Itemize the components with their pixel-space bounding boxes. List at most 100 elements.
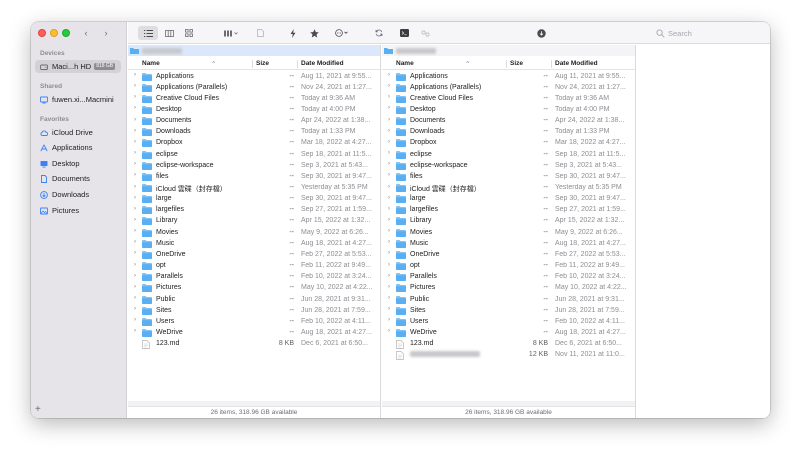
table-row[interactable]: › Music -- Aug 18, 2021 at 4:27... [128,238,380,249]
disclosure-chevron-icon[interactable]: › [388,328,390,334]
table-row[interactable]: › Library -- Apr 15, 2022 at 1:32... [128,216,380,227]
table-row[interactable]: › Pictures -- May 10, 2022 at 4:22... [128,283,380,294]
add-button[interactable]: + [35,404,41,415]
name-column-header[interactable]: Name [396,60,414,67]
disclosure-chevron-icon[interactable]: › [388,284,390,290]
table-row[interactable]: › Sites -- Jun 28, 2021 at 7:59... [128,305,380,316]
disclosure-chevron-icon[interactable]: › [388,306,390,312]
disclosure-chevron-icon[interactable]: › [134,306,136,312]
table-row[interactable]: › Dropbox -- Mar 18, 2022 at 4:27... [382,138,635,149]
size-column-header[interactable]: Size [510,60,523,67]
table-row[interactable]: › Applications -- Aug 11, 2021 at 9:55... [128,71,380,82]
sidebar-item-icloud-drive[interactable]: iCloud Drive [35,126,121,139]
minimize-button[interactable] [50,29,58,37]
table-row[interactable]: › Documents -- Apr 24, 2022 at 1:38... [382,116,635,127]
disclosure-chevron-icon[interactable]: › [134,328,136,334]
disclosure-chevron-icon[interactable]: › [388,139,390,145]
table-row[interactable]: › WeDrive -- Aug 18, 2021 at 4:27... [128,327,380,338]
disclosure-chevron-icon[interactable]: › [388,273,390,279]
table-row[interactable]: › Creative Cloud Files -- Today at 9:36 AM [128,93,380,104]
table-row[interactable]: › Movies -- May 9, 2022 at 6:26... [128,227,380,238]
disclosure-chevron-icon[interactable]: › [388,295,390,301]
table-row[interactable]: › Parallels -- Feb 10, 2022 at 3:24... [128,272,380,283]
sidebar-item-applications[interactable]: Applications [35,141,121,154]
column-view-button[interactable] [161,26,177,40]
disclosure-chevron-icon[interactable]: › [388,317,390,323]
zoom-button[interactable] [62,29,70,37]
disclosure-chevron-icon[interactable]: › [134,94,136,100]
disclosure-chevron-icon[interactable]: › [134,139,136,145]
size-column-header[interactable]: Size [256,60,269,67]
disclosure-chevron-icon[interactable]: › [388,172,390,178]
list-view-button[interactable] [138,26,158,40]
disclosure-chevron-icon[interactable]: › [388,150,390,156]
disclosure-chevron-icon[interactable]: › [388,195,390,201]
sort-chevron-icon[interactable]: ⌃ [211,60,216,68]
table-row[interactable]: › Movies -- May 9, 2022 at 6:26... [382,227,635,238]
table-row[interactable]: › opt -- Feb 11, 2022 at 9:49... [382,261,635,272]
disclosure-chevron-icon[interactable]: › [134,262,136,268]
disclosure-chevron-icon[interactable]: › [388,128,390,134]
table-row[interactable]: › Users -- Feb 10, 2022 at 4:11... [128,316,380,327]
download-status-icon[interactable] [536,26,546,40]
disclosure-chevron-icon[interactable]: › [388,217,390,223]
table-row[interactable]: › Downloads -- Today at 1:33 PM [128,127,380,138]
sync-icon[interactable] [374,26,384,40]
table-row[interactable]: › iCloud 雲碟（封存檔） -- Yesterday at 5:35 PM [382,183,635,194]
table-row[interactable]: › large -- Sep 30, 2021 at 9:47... [128,194,380,205]
disclosure-chevron-icon[interactable]: › [388,72,390,78]
chevron-left-icon[interactable]: ‹ [81,26,91,40]
table-row[interactable]: › OneDrive -- Feb 27, 2022 at 5:53... [382,249,635,260]
disclosure-chevron-icon[interactable]: › [134,284,136,290]
close-button[interactable] [38,29,46,37]
table-row[interactable]: › Desktop -- Today at 4:00 PM [382,104,635,115]
disclosure-chevron-icon[interactable]: › [134,72,136,78]
disclosure-chevron-icon[interactable]: › [388,184,390,190]
disclosure-chevron-icon[interactable]: › [388,105,390,111]
chevron-right-icon[interactable]: › [101,26,111,40]
table-row[interactable]: 12 KB Nov 11, 2021 at 11:0... [382,350,635,361]
disclosure-chevron-icon[interactable]: › [134,217,136,223]
table-row[interactable]: › largefiles -- Sep 27, 2021 at 1:59... [128,205,380,216]
disclosure-chevron-icon[interactable]: › [134,172,136,178]
path-bar[interactable] [128,45,380,56]
more-actions-button[interactable] [333,26,351,40]
sidebar-item-disk[interactable]: Maci...h HD 818 GB [35,60,121,73]
disclosure-chevron-icon[interactable]: › [134,128,136,134]
disclosure-chevron-icon[interactable]: › [134,250,136,256]
name-column-header[interactable]: Name [142,60,160,67]
table-row[interactable]: › OneDrive -- Feb 27, 2022 at 5:53... [128,249,380,260]
table-row[interactable]: › Applications (Parallels) -- Nov 24, 2021 … [382,82,635,93]
disclosure-chevron-icon[interactable]: › [388,83,390,89]
table-row[interactable]: › Users -- Feb 10, 2022 at 4:11... [382,316,635,327]
table-row[interactable]: › Downloads -- Today at 1:33 PM [382,127,635,138]
table-row[interactable]: › Music -- Aug 18, 2021 at 4:27... [382,238,635,249]
disclosure-chevron-icon[interactable]: › [134,184,136,190]
sidebar-item-pictures[interactable]: Pictures [35,204,121,217]
table-row[interactable]: › eclipse -- Sep 18, 2021 at 11:5... [382,149,635,160]
disclosure-chevron-icon[interactable]: › [388,250,390,256]
table-row[interactable]: › Sites -- Jun 28, 2021 at 7:59... [382,305,635,316]
table-row[interactable]: › files -- Sep 30, 2021 at 9:47... [382,171,635,182]
table-row[interactable]: › eclipse-workspace -- Sep 3, 2021 at 5:43.… [128,160,380,171]
date-modified-column-header[interactable]: Date Modified [555,60,598,67]
connect-icon[interactable] [420,26,430,40]
table-row[interactable]: › Applications -- Aug 11, 2021 at 9:55... [382,71,635,82]
table-row[interactable]: › eclipse -- Sep 18, 2021 at 11:5... [128,149,380,160]
table-row[interactable]: › Library -- Apr 15, 2022 at 1:32... [382,216,635,227]
disclosure-chevron-icon[interactable]: › [134,150,136,156]
disclosure-chevron-icon[interactable]: › [388,117,390,123]
star-icon[interactable] [309,26,319,40]
lightning-icon[interactable] [288,26,298,40]
disclosure-chevron-icon[interactable]: › [388,94,390,100]
table-row[interactable]: › large -- Sep 30, 2021 at 9:47... [382,194,635,205]
date-modified-column-header[interactable]: Date Modified [301,60,344,67]
disclosure-chevron-icon[interactable]: › [134,161,136,167]
table-row[interactable]: › iCloud 雲碟（封存檔） -- Yesterday at 5:35 PM [128,183,380,194]
disclosure-chevron-icon[interactable]: › [134,195,136,201]
terminal-icon[interactable] [399,26,409,40]
new-file-icon[interactable] [255,26,265,40]
icon-view-button[interactable] [181,26,197,40]
disclosure-chevron-icon[interactable]: › [134,117,136,123]
table-row[interactable]: 123.md 8 KB Dec 6, 2021 at 6:50... [382,339,635,350]
